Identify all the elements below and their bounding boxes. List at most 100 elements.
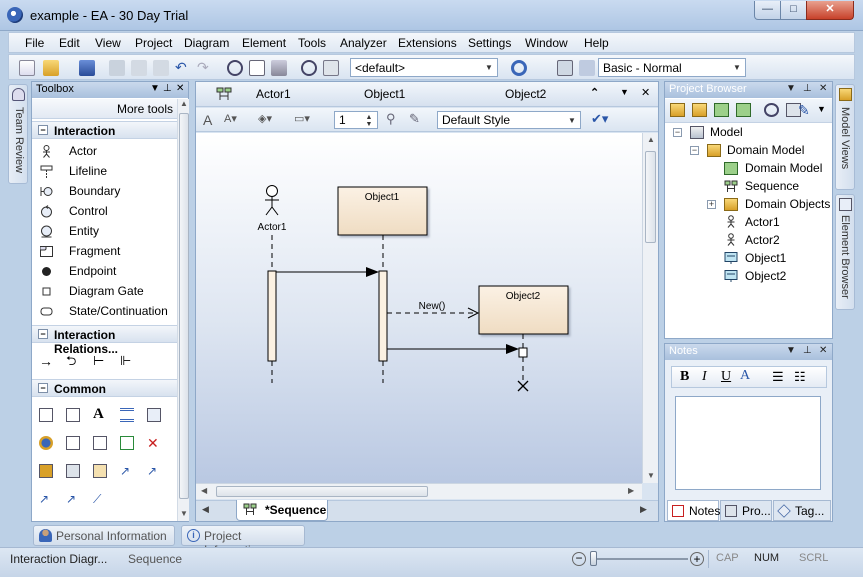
toolbox-scrollbar[interactable]: ▲ ▼ (177, 99, 189, 521)
copy-icon[interactable] (131, 60, 147, 76)
checklist-icon[interactable] (120, 436, 134, 450)
new-element-icon[interactable] (736, 103, 751, 117)
menu-edit[interactable]: Edit (59, 36, 80, 50)
close-icon[interactable]: ✕ (819, 345, 827, 356)
realize-icon[interactable]: ↗ (39, 492, 53, 506)
fill-color-icon[interactable]: ◈▾ (258, 112, 272, 125)
menu-tools[interactable]: Tools (298, 36, 326, 50)
tree-domain-model-diagram[interactable]: Domain Model (745, 161, 822, 175)
find-in-browser-icon[interactable] (764, 103, 779, 117)
expander-domain-objects[interactable]: + (707, 200, 716, 209)
italic-button[interactable]: I (702, 369, 707, 385)
scroll-down-icon[interactable]: ▼ (647, 471, 655, 480)
tool-diagram-gate[interactable]: Diagram Gate (32, 281, 177, 301)
menu-extensions[interactable]: Extensions (398, 36, 457, 50)
undo-icon[interactable]: ↶ (175, 60, 191, 76)
find-in-diagram-icon[interactable] (301, 60, 317, 76)
redo-icon[interactable]: ↷ (197, 60, 213, 76)
close-icon[interactable]: ✕ (176, 83, 184, 94)
workspace-icon[interactable] (579, 60, 595, 76)
team-review-tab[interactable]: Team Review (8, 84, 28, 184)
tab-project-information[interactable]: i Project Information (181, 525, 305, 557)
tool-entity[interactable]: Entity (32, 221, 177, 241)
menu-view[interactable]: View (95, 36, 121, 50)
bold-button[interactable]: B (680, 369, 689, 385)
toolbox-scroll-thumb[interactable] (179, 113, 189, 499)
diagram-vscroll-thumb[interactable] (645, 151, 656, 243)
document-icon[interactable] (93, 436, 107, 450)
perspective-combo[interactable]: <default> ▼ (350, 58, 498, 77)
diagram-horizontal-scrollbar[interactable]: ◀ ▶ (196, 483, 642, 499)
zoom-in-button[interactable]: + (690, 552, 704, 566)
tool-boundary[interactable]: Boundary (32, 181, 177, 201)
trace-icon[interactable]: ↗ (147, 464, 161, 478)
artifact-icon[interactable] (66, 436, 80, 450)
scroll-up-icon[interactable]: ▲ (647, 135, 655, 144)
collapse-up-icon[interactable]: ⌃ (590, 86, 599, 99)
expander-model[interactable]: − (673, 128, 682, 137)
expander-domain-model[interactable]: − (690, 146, 699, 155)
diagram-canvas[interactable]: Actor1 Object1 Object2 New() (196, 133, 642, 483)
new-icon[interactable] (19, 60, 35, 76)
close-icon[interactable]: ✕ (641, 86, 650, 99)
search-icon[interactable] (227, 60, 243, 76)
model-views-tab[interactable]: Model Views (835, 84, 855, 190)
diagram-hscroll-thumb[interactable] (216, 486, 428, 497)
pin-icon[interactable]: ⊥ (803, 83, 812, 94)
layout-icon[interactable] (557, 60, 573, 76)
apply-style-icon[interactable]: ✔▾ (591, 111, 608, 127)
diagram-vertical-scrollbar[interactable]: ▲ ▼ (642, 133, 658, 483)
dropdown-icon[interactable]: ▼ (786, 345, 796, 356)
tree-domain-objects[interactable]: Domain Objects (745, 197, 830, 211)
issue-icon[interactable]: ✕ (147, 436, 161, 450)
note-icon[interactable] (39, 408, 53, 422)
format-painter-icon[interactable]: ⚲ (386, 111, 396, 127)
tree-domain-model-package[interactable]: Domain Model (727, 143, 804, 157)
close-icon[interactable]: ✕ (819, 83, 827, 94)
save-icon[interactable] (79, 60, 95, 76)
font-color-icon[interactable]: A (740, 368, 750, 384)
tree-object2[interactable]: Object2 (745, 269, 786, 283)
tab-tagged-values[interactable]: Tag... (773, 500, 831, 521)
close-button[interactable]: ✕ (806, 1, 854, 20)
target-icon[interactable] (511, 60, 527, 76)
font-icon[interactable]: A (203, 112, 212, 128)
tool-endpoint[interactable]: Endpoint (32, 261, 177, 281)
cut-icon[interactable] (109, 60, 125, 76)
pin-icon[interactable]: ⊥ (163, 83, 172, 94)
tool-fragment[interactable]: Fragment (32, 241, 177, 261)
tab-notes[interactable]: Notes (667, 500, 720, 521)
dropdown-icon[interactable]: ▼ (817, 104, 826, 114)
scroll-up-icon[interactable]: ▲ (180, 99, 188, 108)
tool-state-continuation[interactable]: State/Continuation (32, 301, 177, 321)
package-icon[interactable] (93, 464, 107, 478)
menu-diagram[interactable]: Diagram (184, 36, 229, 50)
tab-scroll-left-icon[interactable]: ◀ (202, 504, 209, 515)
scroll-left-icon[interactable]: ◀ (201, 486, 207, 495)
zoom-slider-track[interactable] (590, 558, 688, 560)
numbered-list-icon[interactable]: ☷ (794, 369, 806, 385)
zoom-slider-thumb[interactable] (590, 551, 597, 566)
print-icon[interactable] (271, 60, 287, 76)
tab-personal-information[interactable]: Personal Information (33, 525, 175, 546)
dropdown-icon[interactable]: ▼ (620, 87, 629, 97)
new-diagram-icon[interactable] (714, 103, 729, 117)
style-combo[interactable]: Default Style ▼ (437, 111, 581, 129)
section-interaction-relations[interactable]: − Interaction Relations... (32, 325, 177, 356)
boundary-box-icon[interactable] (39, 464, 53, 478)
header-item-object2[interactable]: Object2 (505, 87, 546, 101)
text-icon[interactable]: A (93, 406, 107, 422)
eyedropper-icon[interactable]: ✎ (409, 111, 420, 127)
recursion-icon[interactable]: ⊩ (120, 354, 134, 368)
diagram-search-icon[interactable] (323, 60, 339, 76)
page-icon[interactable] (249, 60, 265, 76)
self-message-icon[interactable]: ⮌ (66, 354, 80, 368)
tab-sequence[interactable]: *Sequence (236, 500, 328, 521)
font-color-icon[interactable]: A▾ (224, 112, 237, 125)
dependency-icon[interactable]: ↗ (120, 464, 134, 478)
tree-object1[interactable]: Object1 (745, 251, 786, 265)
note-link-icon[interactable]: ⟋ (93, 492, 107, 506)
information-flow-icon[interactable]: ↗ (66, 492, 80, 506)
section-common[interactable]: − Common (32, 379, 177, 397)
tool-lifeline[interactable]: Lifeline (32, 161, 177, 181)
